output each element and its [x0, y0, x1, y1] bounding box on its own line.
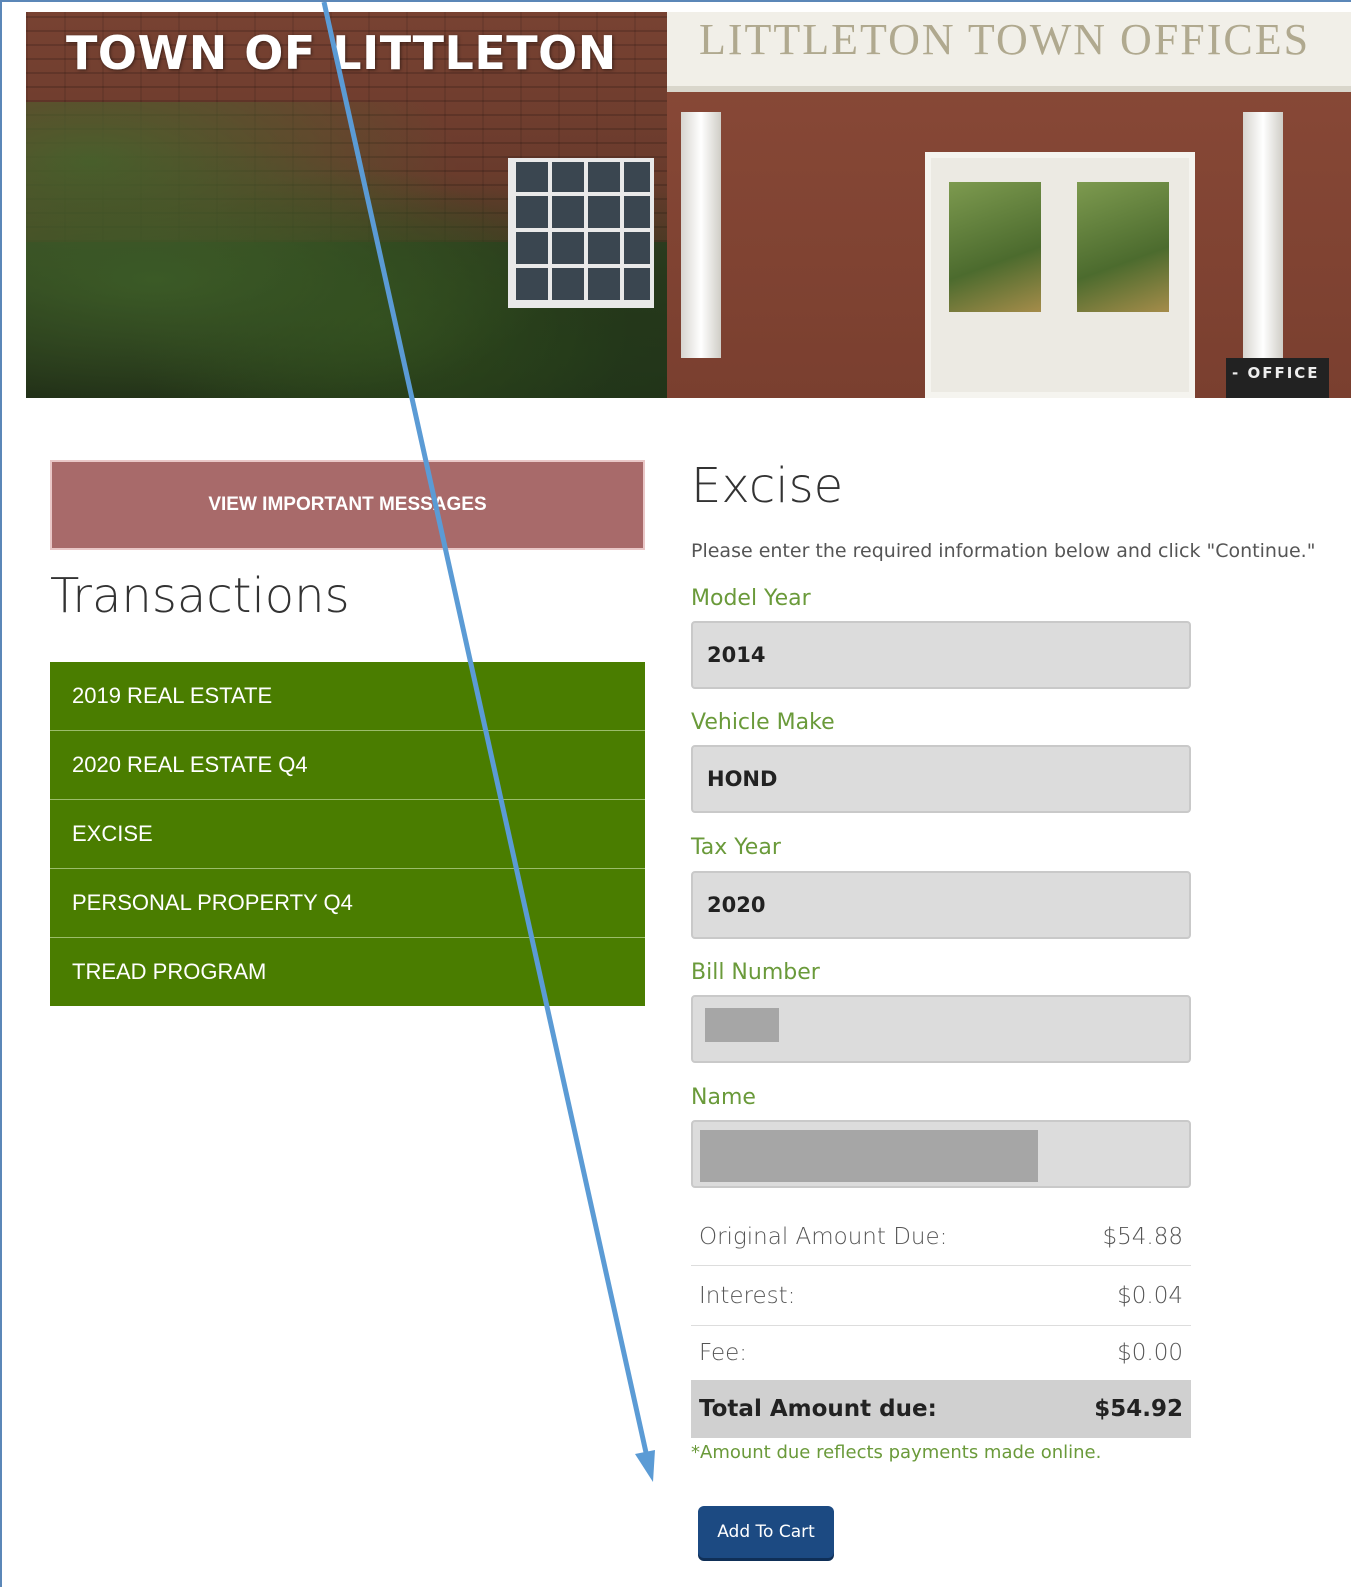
total-label: Total Amount due:: [699, 1396, 937, 1422]
model-year-field[interactable]: [691, 621, 1191, 689]
window-image: [508, 158, 654, 308]
transaction-item-tread-program[interactable]: TREAD PROGRAM: [50, 938, 645, 1006]
fee-label: Fee:: [699, 1340, 748, 1366]
transaction-item-2019-real-estate[interactable]: 2019 REAL ESTATE: [50, 662, 645, 731]
redacted-name: [700, 1130, 1038, 1182]
original-amount-label: Original Amount Due:: [699, 1223, 948, 1250]
door-pane: [949, 182, 1041, 312]
transaction-item-personal-property-q4[interactable]: PERSONAL PROPERTY Q4: [50, 869, 645, 938]
vehicle-make-field[interactable]: [691, 745, 1191, 813]
fee-row: Fee: $0.00: [691, 1326, 1191, 1380]
form-title: Excise: [691, 458, 844, 514]
name-label: Name: [691, 1085, 756, 1110]
page: LITTLETON TOWN OFFICES - OFFICE TOWN OF …: [0, 0, 1351, 1587]
site-title: TOWN OF LITTLETON: [66, 26, 617, 80]
add-to-cart-button[interactable]: Add To Cart: [698, 1506, 834, 1558]
building-sign-text: LITTLETON TOWN OFFICES: [699, 15, 1311, 64]
form-instructions: Please enter the required information be…: [691, 540, 1316, 562]
original-amount-row: Original Amount Due: $54.88: [691, 1208, 1191, 1266]
amount-summary: Original Amount Due: $54.88 Interest: $0…: [691, 1208, 1191, 1438]
transaction-item-excise[interactable]: EXCISE: [50, 800, 645, 869]
tax-year-field[interactable]: [691, 871, 1191, 939]
total-value: $54.92: [1094, 1396, 1183, 1422]
hero-photo-right: LITTLETON TOWN OFFICES: [667, 12, 1351, 398]
fee-value: $0.00: [1117, 1340, 1183, 1366]
view-messages-button[interactable]: VIEW IMPORTANT MESSAGES: [50, 460, 645, 550]
door-image: [925, 152, 1195, 398]
arrow-head-icon: [635, 1450, 655, 1482]
door-pane: [1077, 182, 1169, 312]
interest-value: $0.04: [1117, 1282, 1183, 1309]
interest-row: Interest: $0.04: [691, 1266, 1191, 1326]
original-amount-value: $54.88: [1102, 1223, 1183, 1250]
total-row: Total Amount due: $54.92: [691, 1380, 1191, 1438]
interest-label: Interest:: [699, 1282, 796, 1309]
model-year-label: Model Year: [691, 586, 811, 611]
amount-note: *Amount due reflects payments made onlin…: [691, 1442, 1102, 1463]
bill-number-label: Bill Number: [691, 960, 820, 985]
transactions-list: 2019 REAL ESTATE 2020 REAL ESTATE Q4 EXC…: [50, 662, 645, 1006]
tax-year-label: Tax Year: [691, 835, 781, 860]
column-image: [681, 112, 721, 358]
vehicle-make-label: Vehicle Make: [691, 710, 835, 735]
column-image: [1243, 112, 1283, 358]
transactions-heading: Transactions: [50, 568, 350, 624]
office-plaque: - OFFICE: [1226, 358, 1329, 398]
transaction-item-2020-real-estate-q4[interactable]: 2020 REAL ESTATE Q4: [50, 731, 645, 800]
redacted-bill-number: [705, 1008, 779, 1042]
building-sign: LITTLETON TOWN OFFICES: [667, 12, 1351, 92]
